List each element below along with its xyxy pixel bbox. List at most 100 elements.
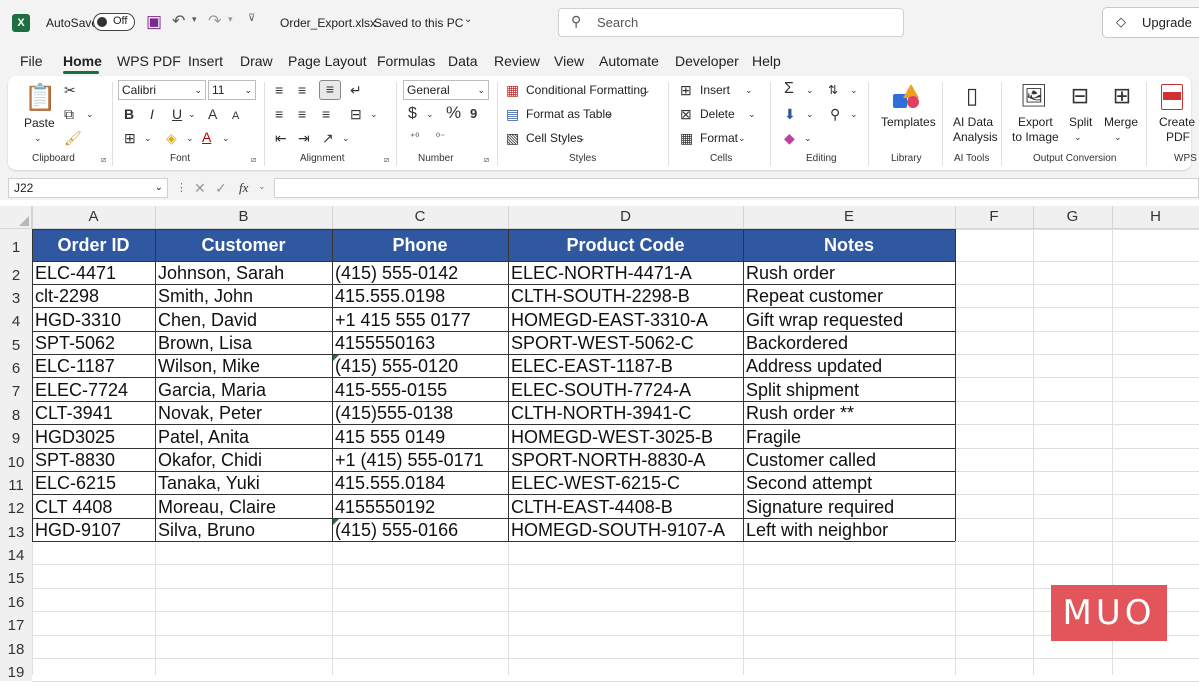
more-options-icon[interactable]: ⋮ — [176, 181, 187, 194]
table-cell[interactable]: Gift wrap requested — [743, 307, 955, 331]
chevron-down-icon[interactable]: ⌄ — [748, 106, 756, 122]
autosave-toggle[interactable]: Off — [93, 13, 135, 31]
row-header[interactable]: 12 — [0, 494, 32, 518]
wrap-text-icon[interactable]: ↵ — [350, 82, 362, 98]
table-cell[interactable]: Chen, David — [155, 307, 332, 331]
templates-button[interactable]: Templates — [881, 115, 936, 129]
table-cell[interactable]: Backordered — [743, 331, 955, 354]
table-cell[interactable]: Patel, Anita — [155, 424, 332, 448]
table-cell[interactable]: CLTH-SOUTH-2298-B — [508, 284, 743, 307]
table-cell[interactable]: Silva, Bruno — [155, 518, 332, 541]
create-pdf-icon[interactable] — [1161, 84, 1183, 110]
formula-input[interactable] — [274, 178, 1199, 198]
table-header-cell[interactable]: Customer — [155, 229, 332, 261]
row-header[interactable]: 7 — [0, 377, 32, 401]
clipboard-launcher-icon[interactable]: ⧄ — [101, 155, 106, 165]
save-status[interactable]: Saved to this PC — [374, 16, 463, 30]
table-cell[interactable]: Tanaka, Yuki — [155, 471, 332, 494]
column-header-e[interactable]: E — [743, 206, 955, 228]
align-top-icon[interactable]: ≡ — [275, 82, 283, 98]
ai-data-analysis-icon[interactable]: ▯ — [958, 82, 986, 110]
align-bottom-icon[interactable]: ≡ — [319, 80, 341, 100]
format-as-table-button[interactable]: Format as Table — [526, 107, 612, 121]
table-cell[interactable]: SPT-5062 — [32, 331, 155, 354]
currency-icon[interactable]: $ — [408, 106, 417, 122]
copy-icon[interactable]: ⧉ — [64, 106, 74, 122]
table-cell[interactable]: SPT-8830 — [32, 448, 155, 471]
row-header[interactable]: 6 — [0, 354, 32, 377]
bold-icon[interactable]: B — [124, 106, 134, 122]
table-cell[interactable]: +1 415 555 0177 — [332, 307, 508, 331]
table-cell[interactable]: Customer called — [743, 448, 955, 471]
borders-dropdown-icon[interactable]: ⌄ — [144, 130, 152, 146]
column-header-c[interactable]: C — [332, 206, 508, 228]
increase-font-icon[interactable]: A — [208, 106, 217, 122]
cell-styles-button[interactable]: Cell Styles — [526, 131, 583, 145]
format-painter-icon[interactable]: 🖌 — [64, 130, 82, 146]
search-box[interactable]: ⚲ Search — [558, 8, 904, 37]
tab-wps-pdf[interactable]: WPS PDF — [117, 53, 181, 69]
table-cell[interactable]: ELC-1187 — [32, 354, 155, 377]
row-header[interactable]: 1 — [0, 229, 32, 261]
merge-center-icon[interactable]: ⊟ — [350, 106, 362, 122]
table-cell[interactable]: Rush order — [743, 261, 955, 284]
insert-cells-icon[interactable]: ⊞ — [680, 82, 692, 98]
conditional-formatting-icon[interactable]: ▦ — [506, 82, 519, 98]
format-button[interactable]: Format — [700, 131, 738, 145]
tab-help[interactable]: Help — [752, 53, 781, 69]
table-cell[interactable]: (415) 555-0166 — [332, 518, 508, 541]
tab-developer[interactable]: Developer — [675, 53, 739, 69]
italic-icon[interactable]: I — [150, 106, 154, 122]
row-header[interactable]: 5 — [0, 331, 32, 354]
row-header[interactable]: 4 — [0, 307, 32, 331]
row-header[interactable]: 18 — [0, 635, 32, 658]
increase-indent-icon[interactable]: ⇥ — [298, 130, 310, 146]
chevron-down-icon[interactable]: ⌄ — [738, 130, 746, 146]
column-header-a[interactable]: A — [32, 206, 155, 228]
number-format-select[interactable]: General ⌄ — [403, 80, 489, 100]
table-cell[interactable]: Wilson, Mike — [155, 354, 332, 377]
row-header[interactable]: 14 — [0, 541, 32, 564]
copy-dropdown-icon[interactable]: ⌄ — [86, 106, 94, 122]
fill-icon[interactable]: ⬇ — [784, 106, 796, 122]
autosum-dropdown-icon[interactable]: ⌄ — [806, 82, 814, 98]
tab-view[interactable]: View — [554, 53, 584, 69]
insert-button[interactable]: Insert — [700, 83, 730, 97]
tab-insert[interactable]: Insert — [188, 53, 223, 69]
cancel-icon[interactable]: ✕ — [194, 180, 206, 197]
row-header[interactable]: 9 — [0, 424, 32, 448]
percent-icon[interactable]: % — [446, 104, 461, 121]
table-cell[interactable]: Left with neighbor — [743, 518, 955, 541]
customize-toolbar-icon[interactable]: ⊽ — [248, 13, 255, 24]
create-pdf-label-1[interactable]: Create — [1159, 115, 1195, 129]
table-cell[interactable]: 415 555 0149 — [332, 424, 508, 448]
clear-dropdown-icon[interactable]: ⌄ — [804, 130, 812, 146]
table-cell[interactable]: 4155550163 — [332, 331, 508, 354]
align-left-icon[interactable]: ≡ — [275, 106, 283, 122]
font-size-select[interactable]: 11 ⌄ — [208, 80, 256, 100]
row-header[interactable]: 19 — [0, 658, 32, 681]
export-label-2[interactable]: to Image — [1012, 130, 1059, 144]
find-select-icon[interactable]: ⚲ — [830, 106, 840, 122]
insert-function-icon[interactable]: fx — [239, 180, 248, 196]
table-cell[interactable]: HGD3025 — [32, 424, 155, 448]
table-cell[interactable]: CLT 4408 — [32, 494, 155, 518]
row-header[interactable]: 8 — [0, 401, 32, 424]
merge-icon[interactable]: ⊞ — [1108, 82, 1136, 110]
table-cell[interactable]: Address updated — [743, 354, 955, 377]
table-cell[interactable]: 415.555.0198 — [332, 284, 508, 307]
conditional-formatting-button[interactable]: Conditional Formatting — [526, 83, 647, 97]
redo-icon[interactable]: ↷ — [208, 11, 221, 31]
name-box[interactable]: J22 ⌄ — [8, 178, 168, 198]
table-header-cell[interactable]: Phone — [332, 229, 508, 261]
number-as-text-indicator-icon[interactable] — [333, 519, 339, 525]
fill-color-icon[interactable]: ◈ — [166, 130, 177, 146]
tab-automate[interactable]: Automate — [599, 53, 659, 69]
table-cell[interactable]: Repeat customer — [743, 284, 955, 307]
table-cell[interactable]: +1 (415) 555-0171 — [332, 448, 508, 471]
row-header[interactable]: 2 — [0, 261, 32, 284]
table-cell[interactable]: CLT-3941 — [32, 401, 155, 424]
table-cell[interactable]: SPORT-WEST-5062-C — [508, 331, 743, 354]
decrease-decimal-icon[interactable]: ⁰⁻ — [436, 130, 445, 146]
column-header-f[interactable]: F — [955, 206, 1033, 228]
